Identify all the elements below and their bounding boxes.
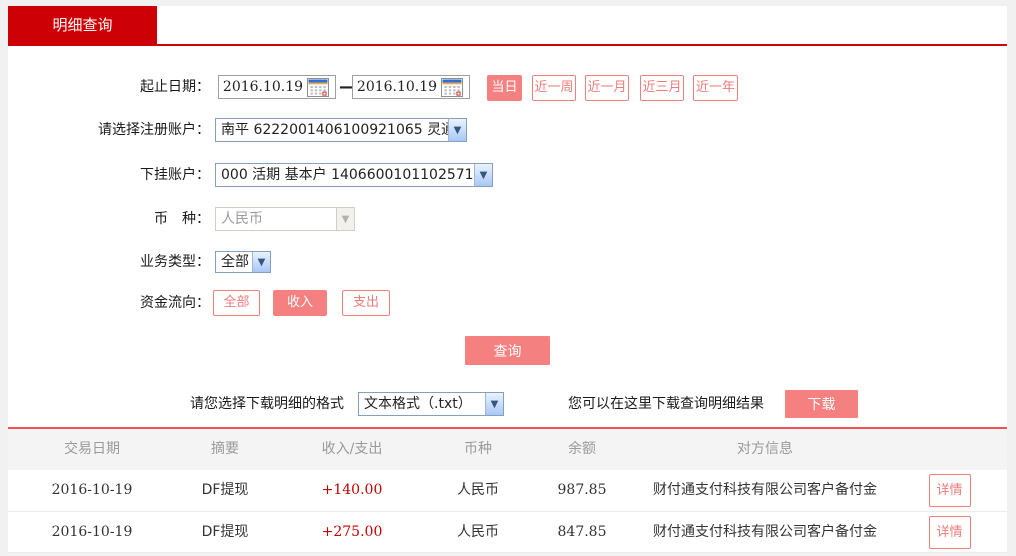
cell-summary: DF提现 [201,482,249,498]
quick-range-month-button[interactable]: 近一月 [585,75,629,101]
cell-counterparty: 财付通支付科技有限公司客户备付金 [653,482,877,498]
currency-label: 币 种： [154,211,210,227]
quick-range-today-button[interactable]: 当日 [487,75,522,101]
header-trade-date: 交易日期 [64,441,120,457]
cell-balance: 847.85 [557,524,607,540]
download-format-value: 文本格式（.txt） [364,396,472,412]
currency-value: 人民币 [221,211,263,227]
chevron-down-icon: ▼ [474,164,492,186]
business-type-label: 业务类型： [140,254,210,270]
calendar-icon[interactable] [441,77,463,97]
download-button[interactable]: 下载 [785,390,858,418]
sub-account-label: 下挂账户： [140,167,210,183]
cell-currency: 人民币 [457,482,499,498]
detail-button[interactable]: 详情 [928,474,971,507]
content-panel: 明细查询 起止日期： — [8,6,1007,553]
business-type-select[interactable]: 全部 ▼ [215,251,271,273]
register-account-select[interactable]: 南平 6222001406100921065 灵通卡 ▼ [215,118,467,142]
fund-direction-expense-button[interactable]: 支出 [342,290,390,316]
header-balance: 余额 [568,441,596,457]
query-button[interactable]: 查询 [465,336,550,365]
quick-range-year-button[interactable]: 近一年 [693,75,738,101]
start-date-field[interactable] [218,75,336,99]
header-actions [892,429,1007,470]
quick-range-3month-button[interactable]: 近三月 [640,75,684,101]
cell-summary: DF提现 [201,524,249,540]
tab-detail-query[interactable]: 明细查询 [8,6,157,44]
chevron-down-icon: ▼ [336,208,354,230]
fund-direction-income-button[interactable]: 收入 [273,290,327,316]
table-row: 2016-10-19 DF提现 +140.00 人民币 987.85 财付通支付… [8,470,1007,512]
chevron-down-icon: ▼ [485,393,503,415]
download-format-label: 请您选择下载明细的格式 [190,396,344,412]
header-currency: 币种 [464,441,492,457]
download-hint-text: 您可以在这里下载查询明细结果 [568,396,764,412]
quick-range-week-button[interactable]: 近一周 [532,75,576,101]
currency-select: 人民币 ▼ [215,207,355,231]
end-date-field[interactable] [352,75,470,99]
table-row: 2016-10-19 DF提现 +275.00 人民币 847.85 财付通支付… [8,512,1007,553]
fund-direction-label: 资金流向： [140,295,210,311]
calendar-icon[interactable] [307,77,329,97]
end-date-input[interactable] [353,77,441,97]
sub-account-select[interactable]: 000 活期 基本户 1406600101102571848 ▼ [215,163,493,187]
table-header-row: 交易日期 摘要 收入/支出 币种 余额 对方信息 [8,429,1007,470]
detail-button[interactable]: 详情 [928,515,971,549]
chevron-down-icon: ▼ [252,252,270,272]
cell-trade-date: 2016-10-19 [51,524,133,540]
header-summary: 摘要 [211,441,239,457]
cell-currency: 人民币 [457,524,499,540]
chevron-down-icon: ▼ [448,119,466,141]
cell-counterparty: 财付通支付科技有限公司客户备付金 [653,524,877,540]
date-range-label: 起止日期： [140,79,210,95]
header-income-expense: 收入/支出 [321,441,383,457]
register-account-value: 南平 6222001406100921065 灵通卡 [221,122,448,138]
tab-underline [8,44,1007,46]
cell-amount: +140.00 [321,482,383,498]
cell-balance: 987.85 [557,482,607,498]
header-counterparty: 对方信息 [737,441,793,457]
register-account-label: 请选择注册账户： [98,122,210,138]
cell-amount: +275.00 [321,524,383,540]
cell-trade-date: 2016-10-19 [51,482,133,498]
sub-account-value: 000 活期 基本户 1406600101102571848 [221,167,474,183]
start-date-input[interactable] [219,77,307,97]
business-type-value: 全部 [221,254,249,270]
download-format-select[interactable]: 文本格式（.txt） ▼ [358,392,504,416]
fund-direction-all-button[interactable]: 全部 [213,290,260,316]
